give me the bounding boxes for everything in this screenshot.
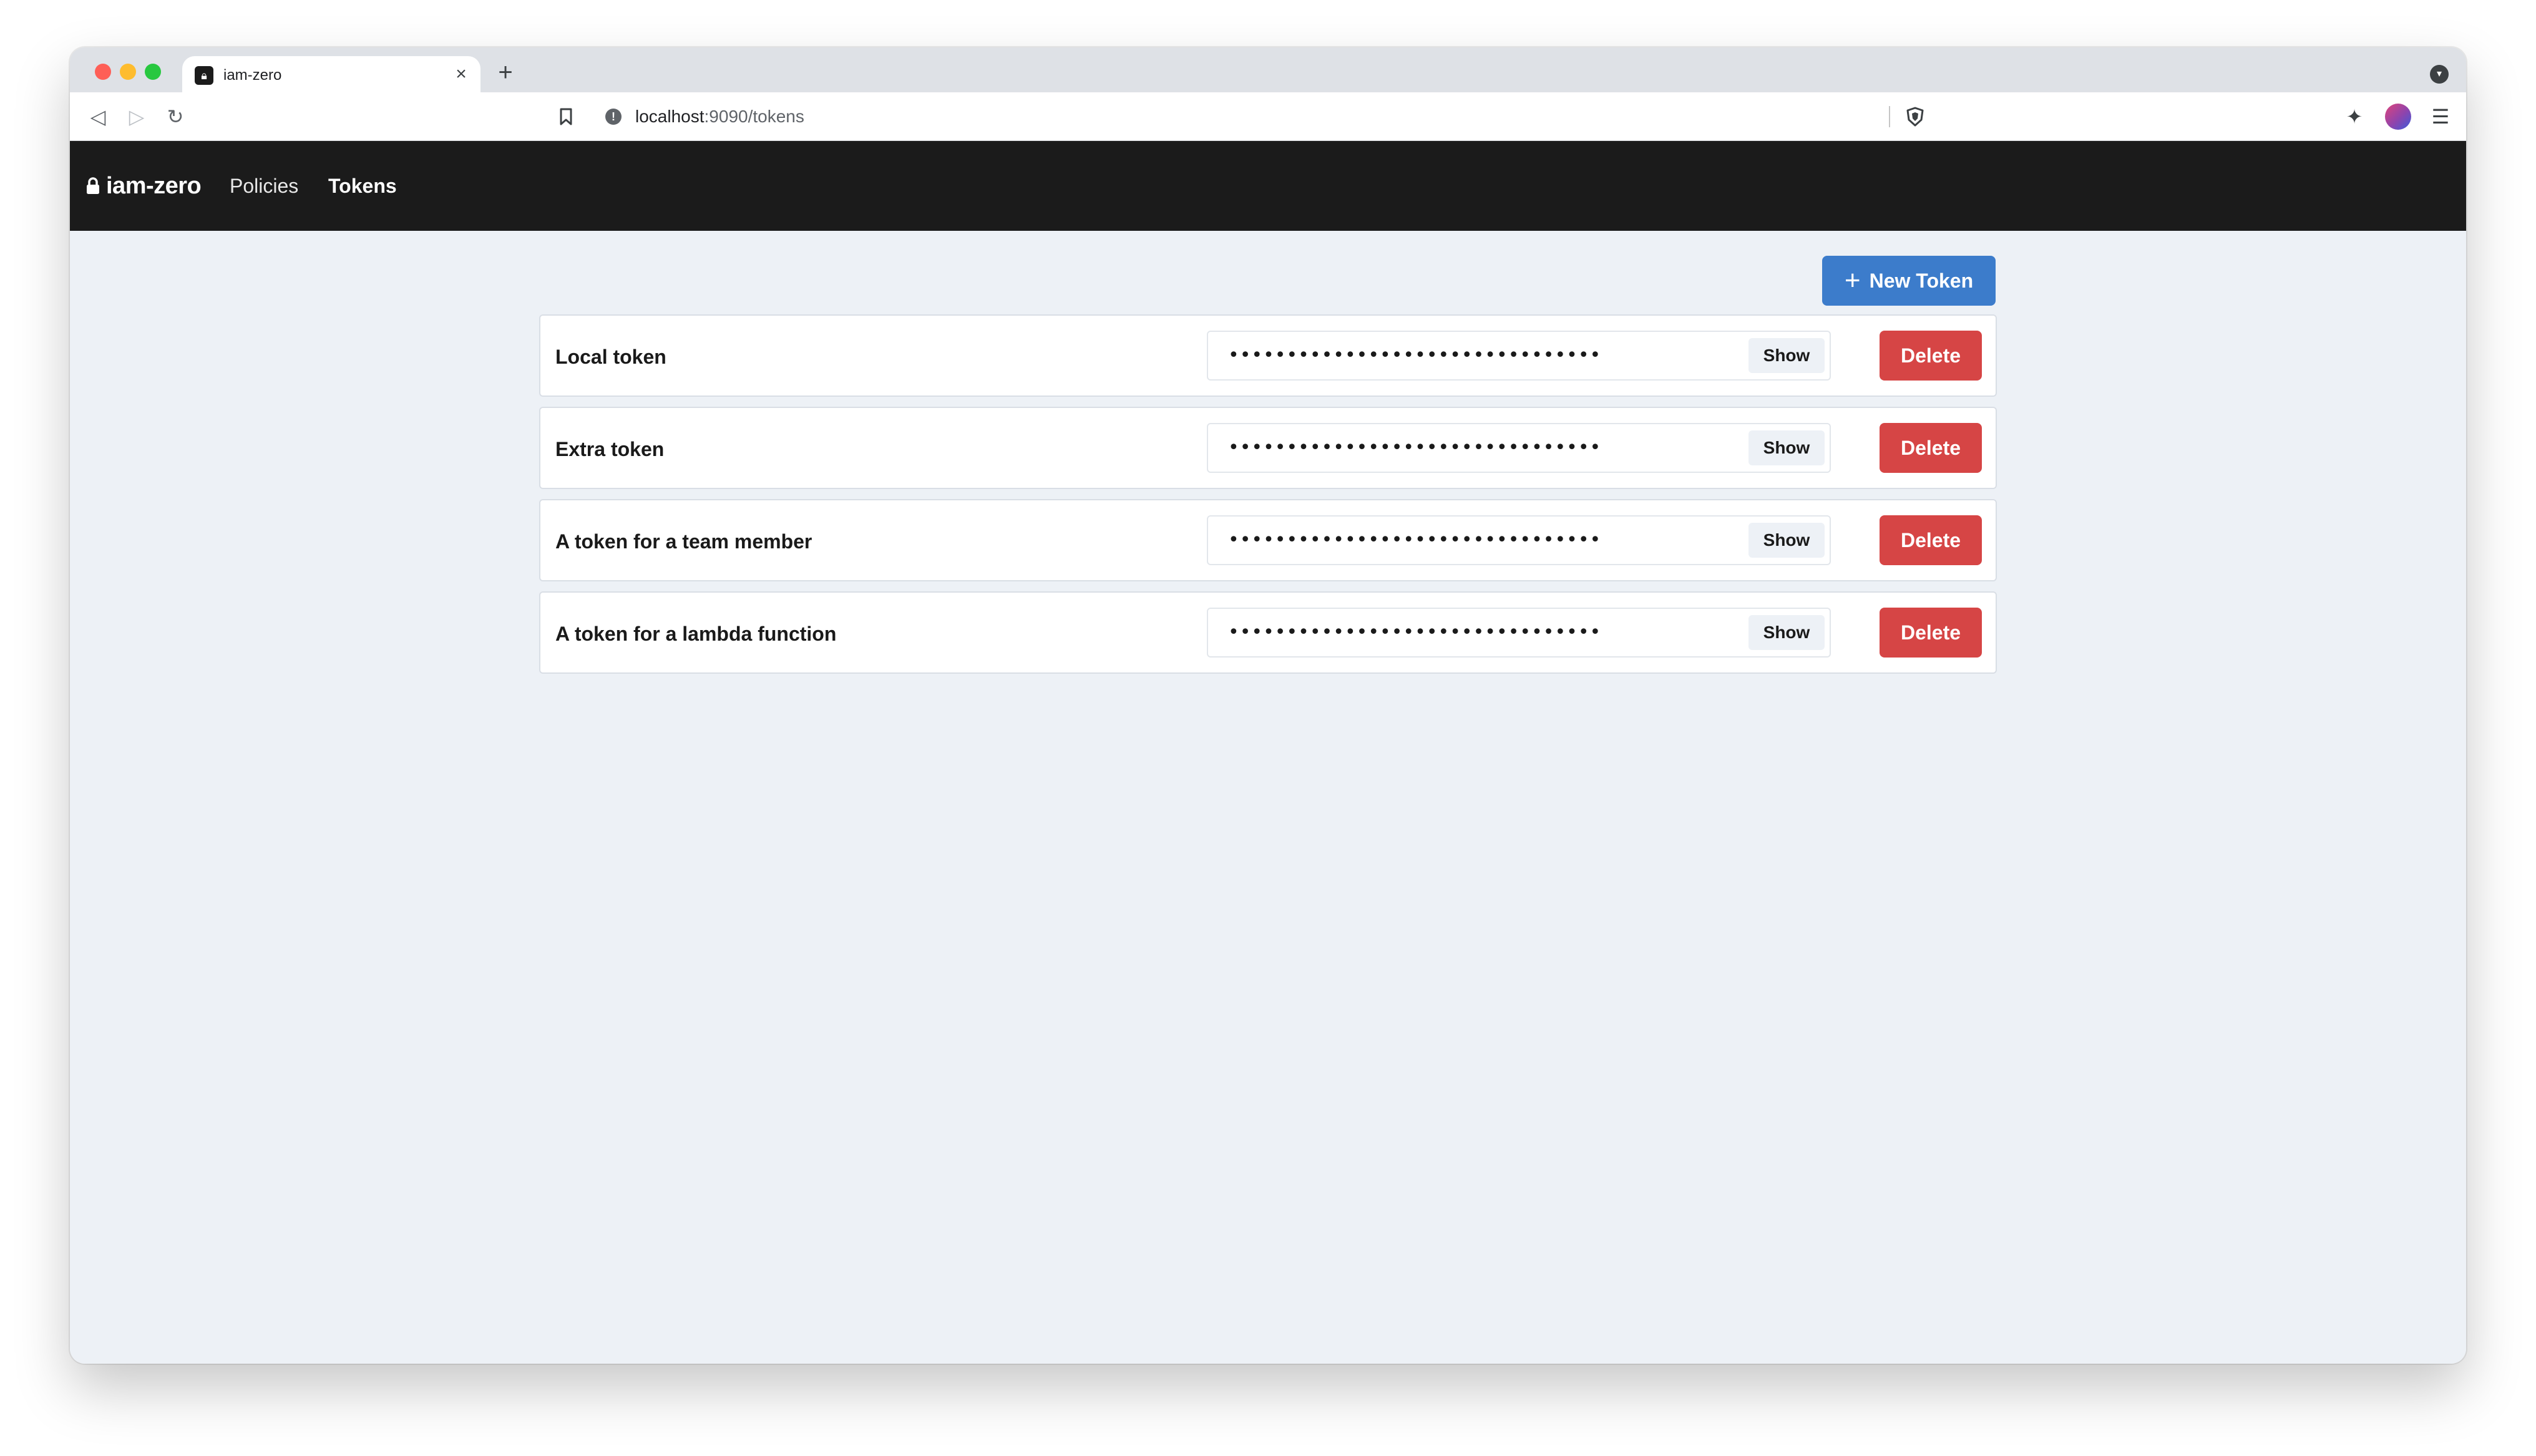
nav-link-tokens[interactable]: Tokens xyxy=(328,173,397,198)
back-arrow-icon[interactable]: ◁ xyxy=(85,104,111,130)
url-text: localhost:9090/tokens xyxy=(635,107,804,126)
token-masked-value: •••••••••••••••••••••••••••••••• xyxy=(1228,344,1602,366)
brand-logo[interactable]: iam-zero xyxy=(86,171,202,201)
delete-token-button[interactable]: Delete xyxy=(1880,608,1982,658)
delete-token-button[interactable]: Delete xyxy=(1880,515,1982,565)
address-bar[interactable]: ! localhost:9090/tokens xyxy=(594,99,1936,135)
token-row: Local token ••••••••••••••••••••••••••••… xyxy=(539,314,1997,397)
bookmark-icon[interactable] xyxy=(553,104,579,130)
new-token-label: New Token xyxy=(1869,269,1974,292)
brand-name: iam-zero xyxy=(106,172,202,199)
tab-strip: 🔒︎ iam-zero × + ▾ xyxy=(70,47,2466,92)
extensions-puzzle-icon[interactable]: ✦ xyxy=(2341,104,2368,130)
token-row: Extra token ••••••••••••••••••••••••••••… xyxy=(539,407,1997,489)
profile-avatar[interactable] xyxy=(2385,104,2411,130)
token-value-field[interactable]: •••••••••••••••••••••••••••••••• Show xyxy=(1207,515,1831,565)
token-value-field[interactable]: •••••••••••••••••••••••••••••••• Show xyxy=(1207,331,1831,381)
token-masked-value: •••••••••••••••••••••••••••••••• xyxy=(1228,621,1602,643)
new-token-button[interactable]: + New Token xyxy=(1822,256,1996,306)
token-value-field[interactable]: •••••••••••••••••••••••••••••••• Show xyxy=(1207,423,1831,473)
close-window-button[interactable] xyxy=(95,64,111,80)
app-navbar: iam-zero Policies Tokens xyxy=(70,141,2466,231)
url-host: localhost xyxy=(635,107,705,126)
token-name: Extra token xyxy=(555,438,665,460)
token-name: A token for a team member xyxy=(555,530,812,553)
brave-shield-icon[interactable] xyxy=(1904,106,1926,127)
show-token-button[interactable]: Show xyxy=(1748,338,1825,373)
omnibox-divider xyxy=(1889,106,1890,127)
maximize-window-button[interactable] xyxy=(145,64,161,80)
token-masked-value: •••••••••••••••••••••••••••••••• xyxy=(1228,437,1602,459)
token-row: A token for a team member ••••••••••••••… xyxy=(539,499,1997,581)
lock-favicon-icon: 🔒︎ xyxy=(195,66,213,85)
show-token-button[interactable]: Show xyxy=(1748,523,1825,558)
browser-toolbar: ◁ ▷ ↻ ! localhost:9090/tokens ✦ ☰ xyxy=(70,92,2466,141)
tab-close-icon[interactable]: × xyxy=(451,64,472,85)
new-tab-button[interactable]: + xyxy=(493,60,518,85)
token-name: Local token xyxy=(555,346,666,368)
token-masked-value: •••••••••••••••••••••••••••••••• xyxy=(1228,529,1602,551)
nav-link-policies[interactable]: Policies xyxy=(230,173,298,198)
delete-token-button[interactable]: Delete xyxy=(1880,423,1982,473)
forward-arrow-icon[interactable]: ▷ xyxy=(124,104,150,130)
tab-title: iam-zero xyxy=(223,67,282,84)
token-name: A token for a lambda function xyxy=(555,623,837,645)
site-info-icon[interactable]: ! xyxy=(605,109,622,125)
lock-icon xyxy=(87,177,99,194)
tab-search-icon[interactable]: ▾ xyxy=(2430,65,2449,84)
browser-tab[interactable]: 🔒︎ iam-zero × xyxy=(182,56,480,92)
reload-icon[interactable]: ↻ xyxy=(162,104,188,130)
browser-menu-icon[interactable]: ☰ xyxy=(2427,104,2454,130)
plus-icon: + xyxy=(1844,265,1861,296)
minimize-window-button[interactable] xyxy=(120,64,136,80)
delete-token-button[interactable]: Delete xyxy=(1880,331,1982,381)
token-list: Local token ••••••••••••••••••••••••••••… xyxy=(539,314,1997,684)
browser-window: 🔒︎ iam-zero × + ▾ ◁ ▷ ↻ ! localhost:9090… xyxy=(70,47,2466,1364)
token-row: A token for a lambda function ••••••••••… xyxy=(539,591,1997,674)
url-path: :9090/tokens xyxy=(704,107,804,126)
show-token-button[interactable]: Show xyxy=(1748,430,1825,465)
token-value-field[interactable]: •••••••••••••••••••••••••••••••• Show xyxy=(1207,608,1831,658)
show-token-button[interactable]: Show xyxy=(1748,615,1825,650)
main-content: + New Token Local token ••••••••••••••••… xyxy=(70,231,2466,1364)
